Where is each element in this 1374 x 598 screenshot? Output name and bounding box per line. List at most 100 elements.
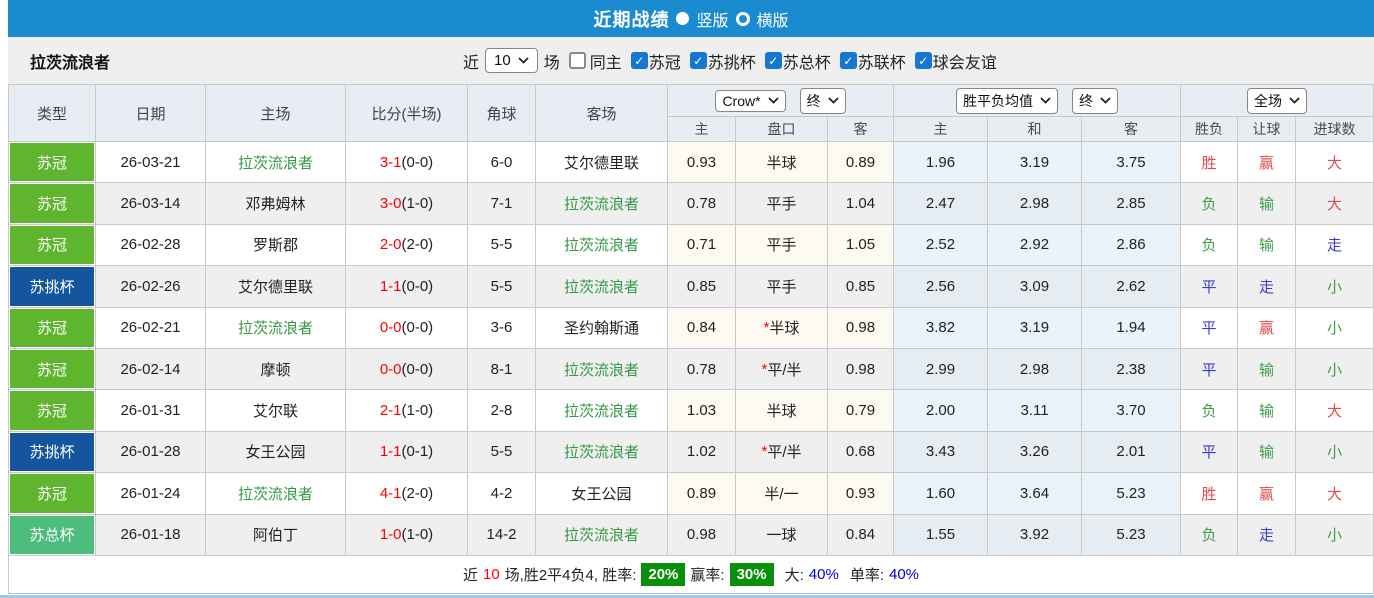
table-row: 苏冠26-02-21拉茨流浪者0-0(0-0)3-6圣约翰斯通0.84*半球0.… <box>9 308 1374 349</box>
fulltime-score: 0-0 <box>380 319 402 336</box>
handicap-rate-label: 赢率: <box>690 564 724 585</box>
halftime-score: (1-0) <box>402 195 434 212</box>
odds-company-value: Crow* <box>722 93 760 109</box>
summary-text: 场,胜2平4负4, 胜率: <box>505 564 637 585</box>
league-checkbox-label[interactable]: 苏总杯 <box>783 49 831 73</box>
big-label: 大: <box>785 564 804 585</box>
league-badge: 苏冠 <box>10 474 94 512</box>
avg-time-select[interactable]: 终 <box>1072 88 1118 114</box>
corners-cell: 5-5 <box>468 225 536 265</box>
table-row: 苏冠26-03-21拉茨流浪者3-1(0-0)6-0艾尔德里联0.93半球0.8… <box>9 142 1374 183</box>
result-handicap-cell: 赢 <box>1238 473 1296 513</box>
odds-handicap-cell: *半球 <box>736 308 828 348</box>
summary-footer: 近10场,胜2平4负4, 胜率: 20% 赢率: 30% 大:40% 单率:40… <box>8 556 1374 594</box>
odds-time-select[interactable]: 终 <box>800 88 846 114</box>
fulltime-score: 0-0 <box>380 361 402 378</box>
league-checkbox[interactable]: ✓ <box>840 52 857 69</box>
date-cell: 26-03-14 <box>96 183 206 223</box>
odds-handicap-cell: *平/半 <box>736 349 828 389</box>
match-count-select[interactable]: 10 <box>485 48 538 73</box>
league-checkbox[interactable]: ✓ <box>915 52 932 69</box>
handicap-text: 平/半 <box>767 359 801 380</box>
subheader-avg-away: 客 <box>1082 117 1181 142</box>
subheader-result-handicap: 让球 <box>1238 117 1296 142</box>
odds-home-cell: 0.89 <box>668 473 736 513</box>
result-outcome-cell: 负 <box>1181 515 1238 555</box>
result-goals-cell: 小 <box>1296 432 1374 472</box>
score-cell: 0-0(0-0) <box>346 308 468 348</box>
table-row: 苏冠26-01-24拉茨流浪者4-1(2-0)4-2女王公园0.89半/一0.9… <box>9 473 1374 514</box>
odds-company-select[interactable]: Crow* <box>715 90 785 112</box>
odds-away-cell: 0.79 <box>828 390 894 430</box>
avg-home-cell: 1.55 <box>894 515 988 555</box>
league-badge: 苏冠 <box>10 143 94 181</box>
away-team-cell: 拉茨流浪者 <box>536 349 668 389</box>
same-home-label[interactable]: 同主 <box>590 49 622 73</box>
section-header: 近期战绩 竖版 横版 <box>8 0 1374 37</box>
avg-home-cell: 3.43 <box>894 432 988 472</box>
score-cell: 1-0(1-0) <box>346 515 468 555</box>
odds-home-cell: 0.85 <box>668 266 736 306</box>
same-home-checkbox[interactable] <box>569 52 586 69</box>
type-badge: 苏冠 <box>9 308 96 348</box>
corners-cell: 5-5 <box>468 266 536 306</box>
subheader-result-outcome: 胜负 <box>1181 117 1238 142</box>
league-checkbox[interactable]: ✓ <box>631 52 648 69</box>
odds-away-cell: 0.85 <box>828 266 894 306</box>
single-label: 单率: <box>850 564 884 585</box>
full-match-select[interactable]: 全场 <box>1247 88 1307 114</box>
odds-home-cell: 0.84 <box>668 308 736 348</box>
result-handicap-cell: 走 <box>1238 515 1296 555</box>
result-handicap-cell: 赢 <box>1238 308 1296 348</box>
league-badge: 苏总杯 <box>10 516 94 554</box>
result-goals-cell: 走 <box>1296 225 1374 265</box>
chevron-down-icon <box>1100 97 1111 104</box>
odds-handicap-cell: 半/一 <box>736 473 828 513</box>
score-cell: 1-1(0-1) <box>346 432 468 472</box>
league-checkbox-label[interactable]: 球会友谊 <box>933 49 997 73</box>
avg-odds-select[interactable]: 胜平负均值 <box>956 88 1058 114</box>
date-cell: 26-03-21 <box>96 142 206 182</box>
league-checkbox[interactable]: ✓ <box>765 52 782 69</box>
table-body: 苏冠26-03-21拉茨流浪者3-1(0-0)6-0艾尔德里联0.93半球0.8… <box>9 142 1374 556</box>
away-team-cell: 艾尔德里联 <box>536 142 668 182</box>
result-handicap-cell: 输 <box>1238 349 1296 389</box>
result-group-header: 全场 <box>1181 85 1374 117</box>
date-cell: 26-01-18 <box>96 515 206 555</box>
subheader-odds-away: 客 <box>828 117 894 142</box>
result-handicap-cell: 输 <box>1238 225 1296 265</box>
section-title: 近期战绩 <box>593 6 669 32</box>
type-badge: 苏总杯 <box>9 515 96 555</box>
horizontal-layout-radio-label[interactable]: 横版 <box>757 7 789 31</box>
type-badge: 苏冠 <box>9 183 96 223</box>
result-goals-cell: 大 <box>1296 390 1374 430</box>
league-checkbox[interactable]: ✓ <box>690 52 707 69</box>
avg-draw-cell: 3.09 <box>988 266 1082 306</box>
vertical-layout-radio-label[interactable]: 竖版 <box>696 7 728 31</box>
radio-unselected-icon[interactable] <box>736 12 750 26</box>
table-row: 苏总杯26-01-18阿伯丁1-0(1-0)14-2拉茨流浪者0.98一球0.8… <box>9 515 1374 556</box>
home-team-cell: 艾尔联 <box>206 390 346 430</box>
odds-handicap-cell: 半球 <box>736 142 828 182</box>
halftime-score: (0-0) <box>402 361 434 378</box>
odds-away-cell: 0.98 <box>828 349 894 389</box>
subheader-avg-draw: 和 <box>988 117 1082 142</box>
odds-time-value: 终 <box>807 91 821 111</box>
fulltime-score: 3-0 <box>380 195 402 212</box>
league-badge: 苏冠 <box>10 184 94 222</box>
home-team-cell: 邓弗姆林 <box>206 183 346 223</box>
league-checkbox-label[interactable]: 苏挑杯 <box>708 49 756 73</box>
league-checkbox-label[interactable]: 苏冠 <box>649 49 681 73</box>
date-cell: 26-01-28 <box>96 432 206 472</box>
table-row: 苏冠26-02-14摩顿0-0(0-0)8-1拉茨流浪者0.78*平/半0.98… <box>9 349 1374 390</box>
away-team-cell: 拉茨流浪者 <box>536 432 668 472</box>
halftime-score: (0-0) <box>402 278 434 295</box>
type-badge: 苏挑杯 <box>9 432 96 472</box>
score-cell: 1-1(0-0) <box>346 266 468 306</box>
corners-cell: 4-2 <box>468 473 536 513</box>
odds-home-cell: 1.02 <box>668 432 736 472</box>
radio-selected-icon[interactable] <box>676 12 689 25</box>
summary-near-label: 近 <box>463 564 478 585</box>
avg-away-cell: 5.23 <box>1082 473 1181 513</box>
league-checkbox-label[interactable]: 苏联杯 <box>858 49 906 73</box>
